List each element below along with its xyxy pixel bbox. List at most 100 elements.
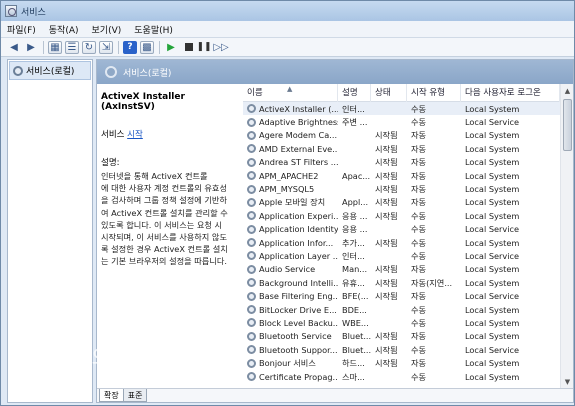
- tab-extended[interactable]: 확장: [99, 389, 124, 402]
- scroll-up-icon[interactable]: ▲: [561, 84, 574, 97]
- service-startup-type: 수동: [411, 224, 427, 235]
- tree-item-services-local[interactable]: 서비스(로컬): [9, 61, 91, 80]
- column-header-description[interactable]: 설명: [338, 84, 371, 102]
- table-row[interactable]: Bonjour 서비스 하드... 시작됨 자동 Local System: [243, 356, 560, 369]
- service-gear-icon: [247, 184, 256, 194]
- service-log-on-as: Local System: [465, 317, 520, 328]
- service-description: Bluet...: [342, 331, 371, 342]
- export-icon[interactable]: ⇲: [99, 40, 113, 54]
- list-icon[interactable]: ☰: [65, 40, 79, 54]
- scroll-thumb[interactable]: [563, 99, 572, 151]
- service-description: 주변 ...: [342, 117, 368, 128]
- gear-icon: [13, 65, 23, 76]
- service-startup-type: 수동: [411, 344, 427, 355]
- table-row[interactable]: Application Experi... 응용 ... 시작됨 수동 Local Sy…: [243, 209, 560, 222]
- table-row[interactable]: BitLocker Drive E... BDE... 수동 Local System: [243, 303, 560, 316]
- start-service-link[interactable]: 시작: [127, 130, 143, 140]
- service-description: 응용 ...: [342, 224, 368, 235]
- services-list: 이름 ▲ 설명 상태 시작 유형 다음 사용자로 로그온 ActiveX Inst…: [243, 84, 560, 388]
- restart-icon[interactable]: ▷▷: [213, 41, 228, 54]
- table-row[interactable]: Bluetooth Suppor... Bluet... 시작됨 수동 Local Se…: [243, 343, 560, 356]
- table-row[interactable]: Certificate Propag... 스마... 수동 Local System: [243, 370, 560, 383]
- help-icon[interactable]: ?: [123, 40, 137, 54]
- service-status: 시작됨: [375, 184, 398, 195]
- table-row[interactable]: ActiveX Installer (... 인터... 수동 Local Syste…: [243, 102, 560, 116]
- menu-file[interactable]: 파일(F): [7, 23, 36, 36]
- service-name: APM_APACHE2: [259, 170, 319, 181]
- service-startup-type: 수동: [411, 371, 427, 382]
- table-row[interactable]: Background Intelli... 유휴... 시작됨 자동(지연... Loc…: [243, 276, 560, 289]
- table-row[interactable]: Adaptive Brightness 주변 ... 수동 Local Service: [243, 115, 560, 128]
- description-line: 여 ActiveX 컨트롤 설치를 관리할 수: [101, 207, 228, 218]
- service-log-on-as: Local System: [465, 237, 520, 248]
- service-log-on-as: Local System: [465, 210, 520, 221]
- table-row[interactable]: Application Identity 응용 ... 수동 Local Servic…: [243, 223, 560, 236]
- back-icon[interactable]: ◀: [7, 41, 21, 54]
- table-row[interactable]: Block Level Backu... WBE... 수동 Local System: [243, 316, 560, 329]
- service-gear-icon: [247, 224, 256, 234]
- pause-icon[interactable]: ❚❚: [196, 41, 211, 54]
- scroll-down-icon[interactable]: ▼: [561, 375, 574, 388]
- title-bar[interactable]: 서비스: [1, 1, 574, 21]
- service-startup-type: 수동: [411, 237, 427, 248]
- service-name-cell: ActiveX Installer (...: [243, 104, 338, 114]
- table-row[interactable]: Andrea ST Filters ... 시작됨 자동 Local System: [243, 156, 560, 169]
- console-tree-icon[interactable]: ▦: [48, 40, 62, 54]
- service-description: 유휴...: [342, 277, 365, 288]
- description-line: 에 대한 사용자 계정 컨트롤의 유효성: [101, 183, 228, 194]
- table-row[interactable]: Application Infor... 추가... 시작됨 수동 Local Syst…: [243, 236, 560, 249]
- service-rows: ActiveX Installer (... 인터... 수동 Local Syste…: [243, 102, 560, 383]
- table-row[interactable]: Base Filtering Eng... BFE(... 시작됨 자동 Local S…: [243, 289, 560, 302]
- service-log-on-as: Local Service: [465, 291, 520, 302]
- service-log-on-as: Local Service: [465, 250, 520, 261]
- table-row[interactable]: Bluetooth Service Bluet... 시작됨 자동 Local Syst…: [243, 330, 560, 343]
- service-status: 시작됨: [375, 358, 398, 369]
- column-header-startup-type[interactable]: 시작 유형: [407, 84, 461, 102]
- service-startup-type: 수동: [411, 317, 427, 328]
- service-name: Application Experi...: [259, 210, 338, 221]
- service-startup-type: 자동: [411, 197, 427, 208]
- description-label: 설명:: [101, 158, 120, 168]
- service-log-on-as: Local System: [465, 143, 520, 154]
- service-description: Man...: [342, 264, 368, 275]
- table-row[interactable]: Apple 모바일 장치 Appl... 시작됨 자동 Local System: [243, 196, 560, 209]
- service-name: Bluetooth Service: [259, 331, 332, 342]
- table-row[interactable]: AMD External Eve... 시작됨 자동 Local System: [243, 142, 560, 155]
- stop-icon[interactable]: [185, 43, 193, 51]
- tab-standard[interactable]: 표준: [122, 389, 148, 402]
- table-row[interactable]: Agere Modem Ca... 시작됨 자동 Local System: [243, 129, 560, 142]
- service-log-on-as: Local System: [465, 371, 520, 382]
- table-row[interactable]: APM_MYSQL5 시작됨 자동 Local System: [243, 182, 560, 195]
- service-name: Audio Service: [259, 264, 316, 275]
- start-icon[interactable]: ▶: [164, 41, 178, 54]
- service-status: 시작됨: [375, 331, 398, 342]
- service-startup-type: 수동: [411, 210, 427, 221]
- service-name-cell: Apple 모바일 장치: [243, 196, 338, 208]
- service-description: Appl...: [342, 197, 369, 208]
- service-status: 시작됨: [375, 170, 398, 181]
- menu-action[interactable]: 동작(A): [49, 23, 79, 36]
- toolbar-separator: [118, 40, 119, 54]
- column-header-log-on-as[interactable]: 다음 사용자로 로그온: [461, 84, 560, 102]
- table-row[interactable]: Application Layer ... 인터... 수동 Local Servic…: [243, 249, 560, 262]
- refresh-icon[interactable]: ↻: [82, 40, 96, 54]
- service-startup-type: 자동: [411, 130, 427, 141]
- vertical-scrollbar[interactable]: ▲ ▼: [560, 84, 573, 388]
- menu-view[interactable]: 보기(V): [92, 23, 122, 36]
- service-name-cell: Application Layer ...: [243, 251, 338, 261]
- watermark: 마술의 티스토리: [45, 346, 217, 372]
- service-name: Base Filtering Eng...: [259, 291, 338, 302]
- column-header-name[interactable]: 이름 ▲: [243, 84, 338, 102]
- service-name: Apple 모바일 장치: [259, 197, 326, 208]
- list-header: 이름 ▲ 설명 상태 시작 유형 다음 사용자로 로그온: [243, 84, 560, 102]
- properties-icon[interactable]: ▩: [140, 40, 154, 54]
- table-row[interactable]: APM_APACHE2 Apac... 시작됨 자동 Local System: [243, 169, 560, 182]
- table-row[interactable]: Audio Service Man... 시작됨 자동 Local System: [243, 263, 560, 276]
- menu-help[interactable]: 도움말(H): [134, 23, 173, 36]
- column-header-status[interactable]: 상태: [371, 84, 407, 102]
- forward-icon[interactable]: ▶: [24, 41, 38, 54]
- service-name-cell: Certificate Propag...: [243, 372, 338, 382]
- service-name: Bluetooth Suppor...: [259, 344, 338, 355]
- service-gear-icon: [247, 291, 256, 301]
- service-gear-icon: [247, 117, 256, 127]
